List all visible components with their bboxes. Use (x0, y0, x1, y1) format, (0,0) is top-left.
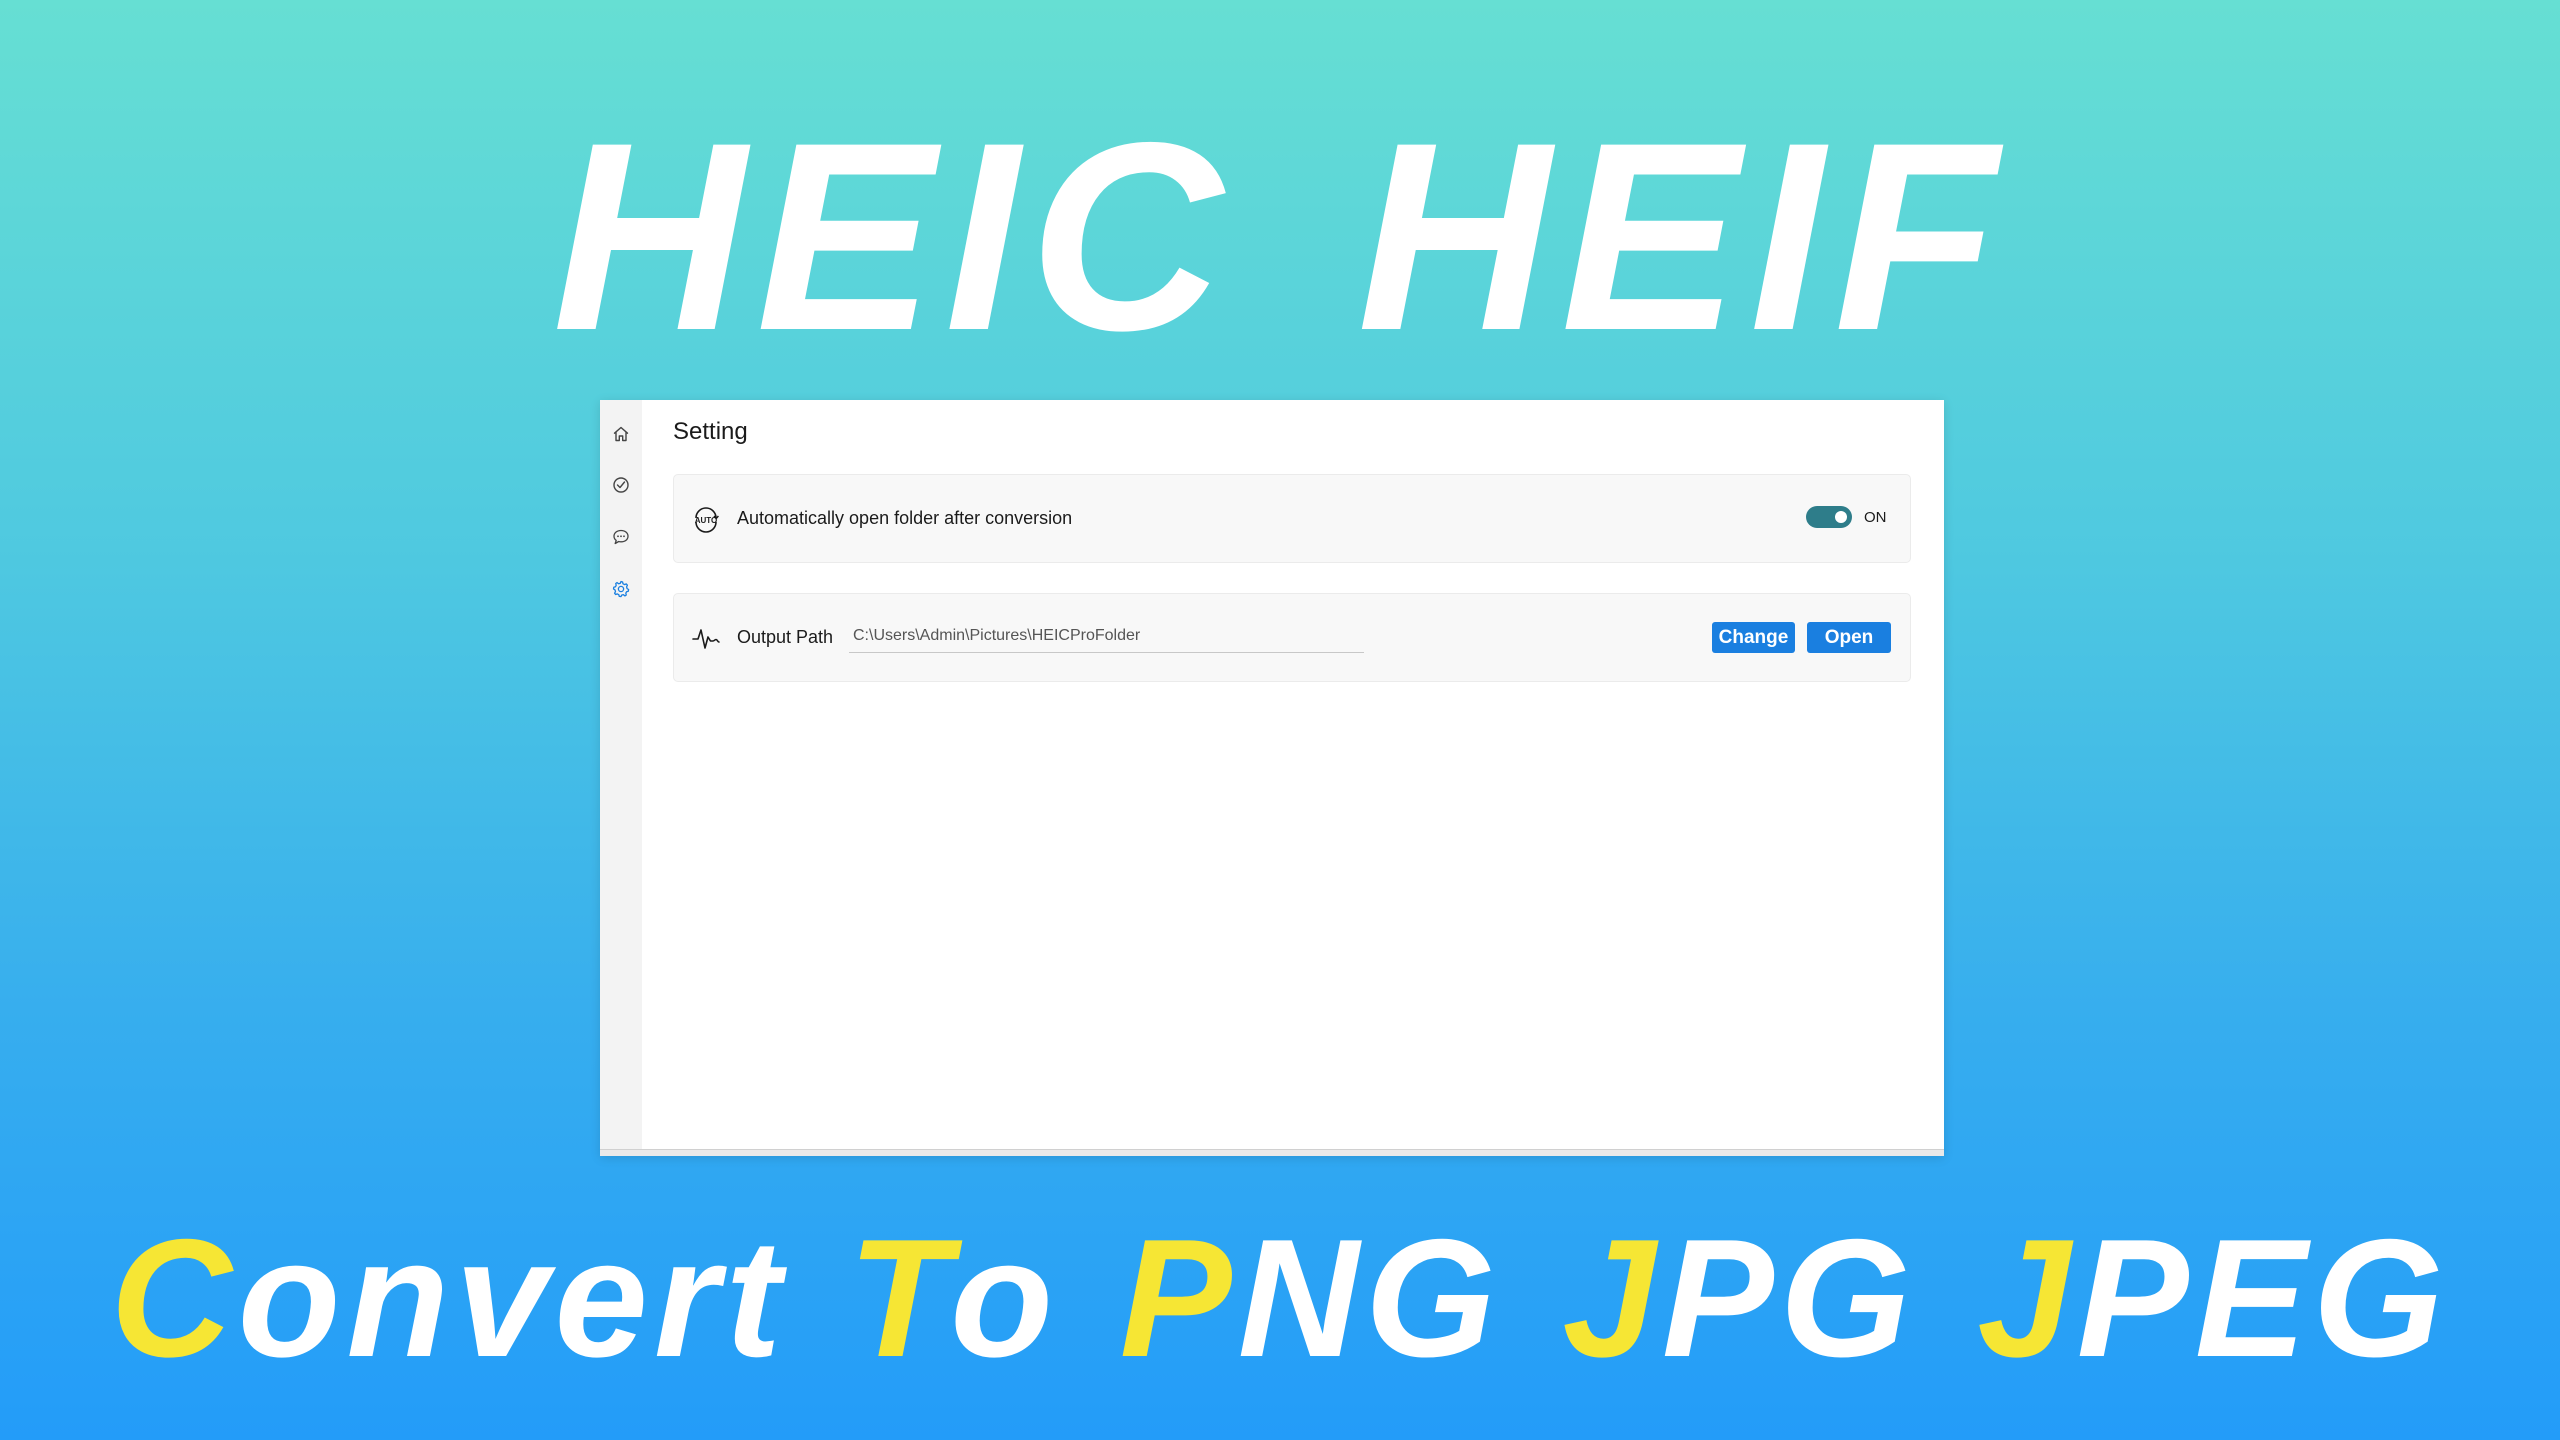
auto-open-label: Automatically open folder after conversi… (737, 508, 1073, 528)
window-bottom-edge (600, 1149, 1944, 1156)
toggle-state-label: ON (1864, 509, 1887, 526)
output-path-card: Output Path Change Open (673, 593, 1911, 682)
toggle-knob (1835, 511, 1847, 523)
headline-word-convert: Convert (110, 1204, 788, 1392)
open-button[interactable]: Open (1807, 622, 1891, 653)
svg-text:AUTO: AUTO (695, 516, 718, 525)
convert-icon (613, 477, 629, 493)
auto-icon: AUTO (690, 504, 722, 536)
app-window: Setting AUTO Automatically open folder a… (600, 400, 1944, 1156)
sidebar-item-feedback[interactable] (609, 525, 633, 549)
headline-word-to: To (847, 1204, 1059, 1392)
feedback-icon (613, 529, 629, 545)
auto-open-toggle[interactable] (1806, 506, 1852, 528)
headline-convert-to: Convert To PNG JPG JPEG (0, 1214, 2560, 1382)
auto-open-setting-card: AUTO Automatically open folder after con… (673, 474, 1911, 563)
headline-heic-heif: HEIC HEIF (552, 86, 2008, 386)
sidebar-item-settings[interactable] (609, 577, 633, 601)
sidebar-item-home[interactable] (609, 422, 633, 446)
page-title: Setting (673, 418, 748, 445)
pulse-icon (690, 623, 722, 655)
headline-word-png: PNG (1119, 1204, 1502, 1392)
sidebar (600, 400, 642, 1156)
output-path-label: Output Path (737, 627, 834, 647)
home-icon (613, 426, 629, 442)
sidebar-item-convert[interactable] (609, 473, 633, 497)
headline-word-jpeg: JPEG (1977, 1204, 2450, 1392)
headline-word-jpg: JPG (1562, 1204, 1917, 1392)
output-path-input[interactable] (849, 619, 1364, 653)
change-button[interactable]: Change (1712, 622, 1795, 653)
settings-icon (612, 580, 630, 598)
